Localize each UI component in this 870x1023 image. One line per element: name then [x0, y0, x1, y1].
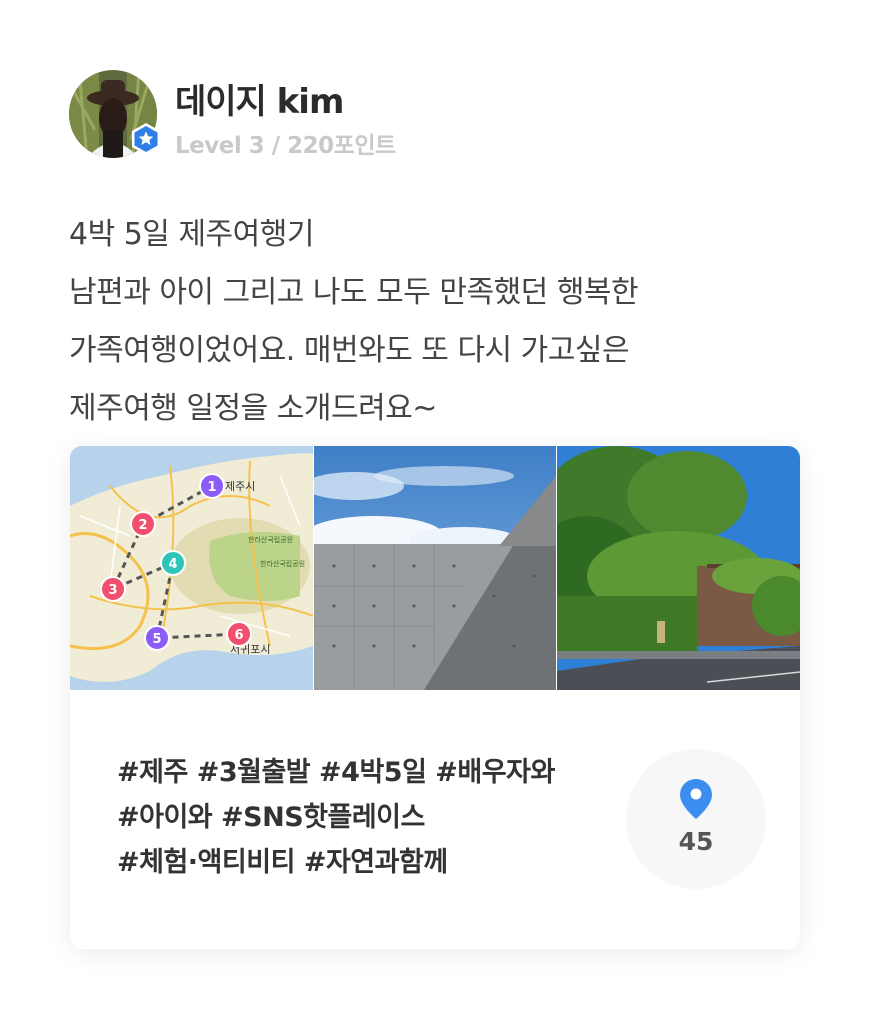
hashtag-line[interactable]: #아이와 #SNS핫플레이스 [117, 795, 617, 840]
concrete-wall-photo[interactable] [314, 446, 556, 690]
map-marker[interactable]: 4 [160, 550, 186, 576]
map-marker[interactable]: 5 [144, 625, 170, 651]
place-count-button[interactable]: 45 [626, 749, 766, 889]
hashtag-line[interactable]: #체험·액티비티 #자연과함께 [117, 840, 617, 885]
user-level: Level 3 / 220포인트 [175, 133, 396, 159]
map-marker-label: 3 [108, 583, 117, 598]
map-marker-label: 2 [138, 518, 147, 533]
post-body: 4박 5일 제주여행기 남편과 아이 그리고 나도 모두 만족했던 행복한 가족… [69, 206, 829, 438]
map-marker[interactable]: 1 [199, 473, 225, 499]
garden-building-photo[interactable] [557, 446, 800, 690]
map-marker-label: 6 [234, 628, 243, 643]
map-marker-label: 4 [168, 557, 177, 572]
map-marker[interactable]: 6 [226, 621, 252, 647]
map-label-park: 한라산국립공원 [248, 535, 293, 544]
place-count: 45 [678, 827, 714, 856]
itinerary-card[interactable]: 제주시 한라산국립공원 한라산국립공원 서귀포시 1 2 3 4 5 6 #제주… [70, 446, 800, 949]
map-marker-label: 1 [207, 480, 216, 495]
post-line: 가족여행이었어요. 매번와도 또 다시 가고싶은 [69, 333, 630, 368]
profile-header: 데이지 kim Level 3 / 220포인트 [69, 70, 569, 160]
location-pin-icon [680, 779, 712, 819]
user-name[interactable]: 데이지 kim [175, 74, 344, 123]
post-line: 제주여행 일정을 소개드려요~ [69, 391, 437, 426]
post-line: 4박 5일 제주여행기 [69, 217, 314, 252]
photo-strip[interactable]: 제주시 한라산국립공원 한라산국립공원 서귀포시 1 2 3 4 5 6 [70, 446, 800, 690]
hashtag-list: #제주 #3월출발 #4박5일 #배우자와 #아이와 #SNS핫플레이스 #체험… [117, 750, 617, 885]
map-marker[interactable]: 2 [130, 511, 156, 537]
route-map-image[interactable]: 제주시 한라산국립공원 한라산국립공원 서귀포시 1 2 3 4 5 6 [70, 446, 313, 690]
map-label-park: 한라산국립공원 [260, 559, 305, 568]
star-badge-icon [132, 123, 160, 155]
map-label-jeju-city: 제주시 [225, 480, 255, 493]
hashtag-line[interactable]: #제주 #3월출발 #4박5일 #배우자와 [117, 750, 617, 795]
map-marker-label: 5 [152, 632, 161, 647]
post-line: 남편과 아이 그리고 나도 모두 만족했던 행복한 [69, 275, 639, 310]
map-marker[interactable]: 3 [100, 576, 126, 602]
